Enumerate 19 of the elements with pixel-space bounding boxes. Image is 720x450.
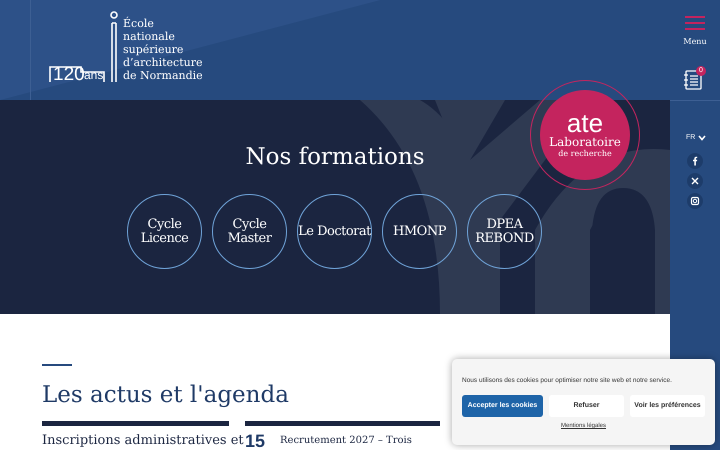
event-headline[interactable]: Recrutement 2027 – Trois [280,434,412,447]
facebook-icon[interactable] [687,153,703,169]
formation-link[interactable]: HMONP [382,194,457,269]
menu-button[interactable]: Menu [680,16,710,48]
notebook-icon[interactable] [683,69,703,90]
chevron-icon [698,135,706,142]
x-icon[interactable] [687,173,703,189]
instagram-icon[interactable] [687,193,703,209]
formation-link[interactable]: Cycle Licence [127,194,202,269]
formation-link[interactable]: Le Doctorat [297,194,372,269]
school-name: École nationale supérieure d’architecture de Normandie [123,17,203,82]
menu-icon [685,16,705,30]
section-title: Nos formations [245,143,425,172]
formation-link[interactable]: DPEA REBOND [467,194,542,269]
formation-link[interactable]: Cycle Master [212,194,287,269]
event-day: 15 [245,433,266,450]
news-headline[interactable]: Inscriptions administratives et [42,433,244,449]
news-title: Les actus et l'agenda [42,381,289,410]
logo-years-unit: ans [84,69,104,81]
